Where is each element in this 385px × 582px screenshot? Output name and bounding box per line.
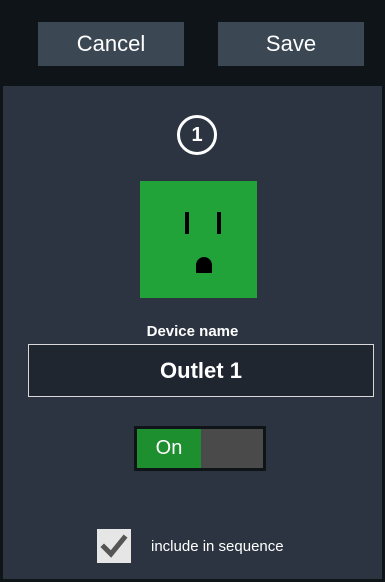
device-name-field[interactable]: Outlet 1: [28, 344, 374, 397]
save-button[interactable]: Save: [218, 22, 364, 66]
toolbar: Cancel Save: [3, 0, 382, 86]
cancel-button[interactable]: Cancel: [38, 22, 184, 66]
toggle-off-segment[interactable]: [201, 429, 263, 468]
device-number-badge: 1: [177, 115, 217, 155]
checkmark-icon: [100, 534, 128, 558]
power-toggle[interactable]: On: [134, 426, 266, 471]
outlet-tile[interactable]: [140, 181, 257, 298]
toggle-on-segment[interactable]: On: [137, 429, 201, 468]
power-outlet-icon: [185, 212, 221, 273]
include-in-sequence-checkbox[interactable]: [97, 529, 131, 563]
device-edit-panel: Cancel Save 1 Device name Outlet 1 On in…: [0, 0, 385, 582]
device-name-label: Device name: [146, 323, 239, 340]
include-in-sequence-label: include in sequence: [151, 538, 284, 555]
